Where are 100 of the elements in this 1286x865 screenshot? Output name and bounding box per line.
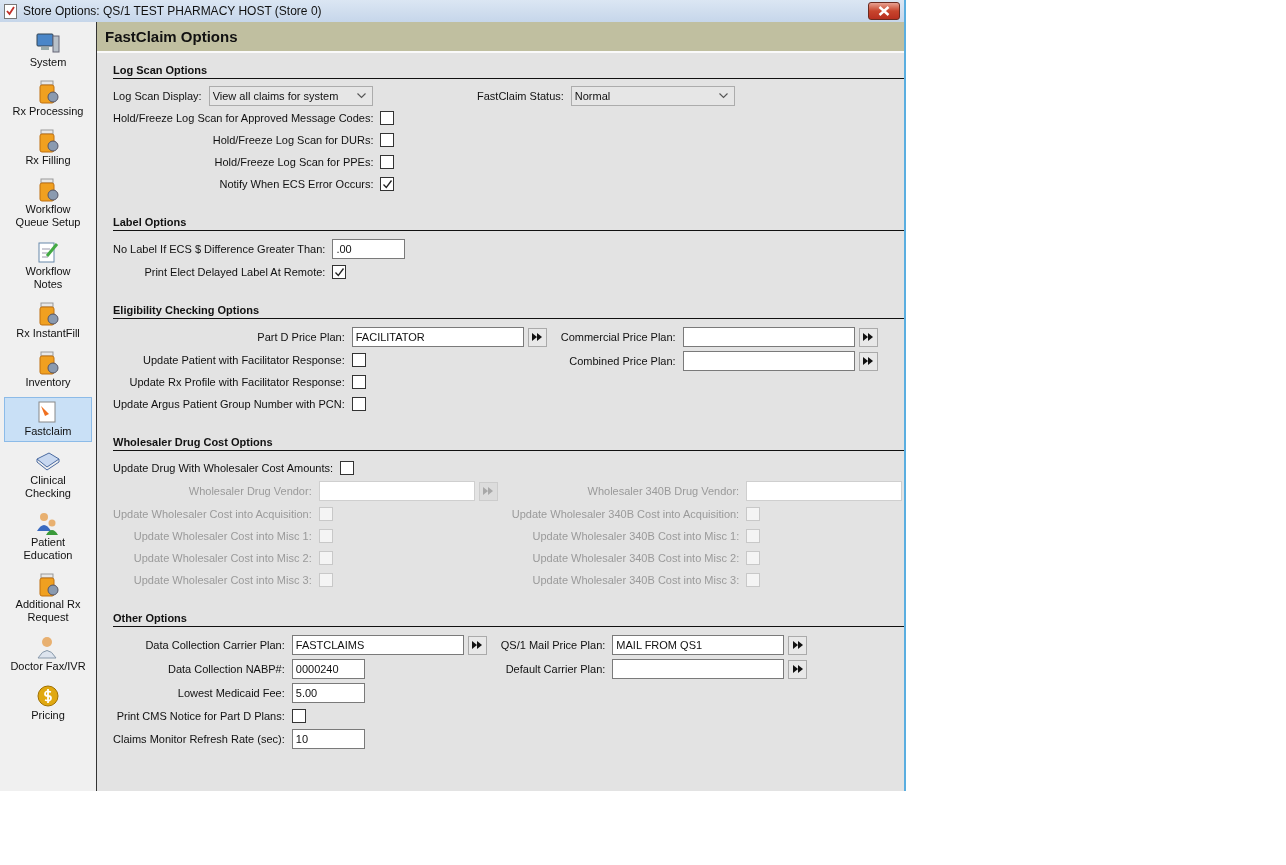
checkbox[interactable] (380, 111, 395, 125)
fast-forward-icon (792, 641, 803, 649)
sidebar-item[interactable]: Additional Rx Request (4, 570, 92, 628)
lookup-button[interactable] (858, 351, 878, 371)
checkbox[interactable] (351, 397, 366, 411)
text-field[interactable]: 10 (291, 729, 365, 749)
sidebar-label: Workflow Notes (25, 265, 71, 291)
sidebar-label: Doctor Fax/IVR (10, 660, 86, 673)
person-icon (36, 635, 60, 659)
field-label: No Label If ECS $ Difference Greater Than: (113, 243, 326, 255)
text-field[interactable] (682, 351, 855, 371)
lookup-button[interactable] (788, 659, 808, 679)
field-label: Hold/Freeze Log Scan for PPEs: (213, 156, 374, 168)
text-field[interactable]: FACILITATOR (351, 327, 524, 347)
text-field[interactable] (682, 327, 855, 347)
checkbox[interactable] (291, 709, 306, 723)
text-field[interactable]: .00 (332, 239, 406, 259)
field-label: Update Patient with Facilitator Response: (141, 354, 345, 366)
checkbox[interactable] (340, 461, 355, 475)
field-label: Data Collection Carrier Plan: (144, 639, 285, 651)
checkbox[interactable] (351, 375, 366, 389)
checkbox[interactable] (351, 353, 366, 367)
checkbox[interactable] (380, 133, 395, 147)
fast-forward-icon (483, 487, 494, 495)
field-label: Notify When ECS Error Occurs: (218, 178, 374, 190)
field-label: Update Wholesaler Cost into Acquisition: (113, 508, 312, 520)
checkbox[interactable] (380, 155, 395, 169)
section-title: Label Options (113, 213, 904, 231)
sidebar-item[interactable]: Doctor Fax/IVR (4, 632, 92, 677)
note-pencil-icon (37, 240, 59, 264)
sidebar-item[interactable]: System (4, 28, 92, 73)
field-label: Update Argus Patient Group Number with PCN: (113, 398, 345, 410)
field-label: Default Carrier Plan: (504, 663, 606, 675)
window-title: Store Options: QS/1 TEST PHARMACY HOST (Store 0) (23, 4, 323, 18)
section-title: Eligibility Checking Options (113, 301, 904, 319)
field-label: FastClaim Status: (477, 90, 564, 102)
text-field[interactable]: 0000240 (291, 659, 365, 679)
field-label: Update Rx Profile with Facilitator Response: (128, 376, 345, 388)
field-label: Combined Price Plan: (568, 355, 676, 367)
sidebar-label: Patient Education (23, 536, 73, 562)
checkbox[interactable] (332, 265, 347, 279)
sidebar-label: Fastclaim (24, 425, 72, 438)
close-button[interactable] (868, 2, 900, 20)
pill-bottle-icon (37, 302, 59, 326)
field-label: QS/1 Mail Price Plan: (500, 639, 606, 651)
field-label: Update Wholesaler 340B Cost into Misc 2: (531, 552, 740, 564)
pill-bottle-icon (37, 351, 59, 375)
fast-forward-icon (863, 357, 874, 365)
text-field[interactable]: 5.00 (291, 683, 365, 703)
computer-icon (36, 31, 60, 55)
field-label: Update Wholesaler Cost into Misc 1: (132, 530, 312, 542)
sidebar-item[interactable]: Patient Education (4, 508, 92, 566)
close-icon (878, 6, 890, 16)
checklist-icon (4, 3, 17, 19)
dropdown[interactable]: View all claims for system (208, 86, 373, 106)
field-label: Part D Price Plan: (256, 331, 345, 343)
text-field[interactable] (612, 659, 785, 679)
lookup-button[interactable] (858, 327, 878, 347)
page-header: FastClaim Options (97, 22, 904, 53)
sidebar-label: Rx InstantFill (16, 327, 80, 340)
sidebar-item[interactable]: Workflow Queue Setup (4, 175, 92, 233)
field-label: Hold/Freeze Log Scan for Approved Message Codes: (113, 112, 374, 124)
field-label: Update Wholesaler 340B Cost into Misc 1: (531, 530, 740, 542)
pill-bottle-icon (37, 573, 59, 597)
field-label: Hold/Freeze Log Scan for DURs: (211, 134, 374, 146)
pill-bottle-icon (37, 80, 59, 104)
field-label: Data Collection NABP#: (167, 663, 285, 675)
sidebar-item[interactable]: Pricing (4, 681, 92, 726)
chevron-down-icon (356, 93, 366, 99)
sidebar-item[interactable]: Rx Processing (4, 77, 92, 122)
dropdown[interactable]: Normal (570, 86, 735, 106)
checkbox[interactable] (380, 177, 395, 191)
field-label: Print Elect Delayed Label At Remote: (143, 266, 326, 278)
sidebar-label: Additional Rx Request (15, 598, 81, 624)
people-icon (36, 511, 60, 535)
sidebar-item[interactable]: Inventory (4, 348, 92, 393)
sidebar-label: Clinical Checking (25, 474, 71, 500)
sidebar-label: Pricing (31, 709, 65, 722)
lookup-button[interactable] (467, 635, 487, 655)
field-label: Log Scan Display: (113, 90, 202, 102)
field-label: Update Wholesaler 340B Cost into Misc 3: (531, 574, 740, 586)
text-field[interactable]: FASTCLAIMS (291, 635, 464, 655)
lookup-button[interactable] (527, 327, 547, 347)
sidebar-label: Rx Processing (12, 105, 84, 118)
text-field[interactable]: MAIL FROM QS1 (612, 635, 785, 655)
chevron-down-icon (718, 93, 728, 99)
sidebar-item[interactable]: Fastclaim (4, 397, 92, 442)
sidebar-label: Workflow Queue Setup (15, 203, 81, 229)
field-label: Print CMS Notice for Part D Plans: (115, 710, 285, 722)
pill-bottle-icon (37, 129, 59, 153)
sidebar-label: System (29, 56, 67, 69)
sidebar-item[interactable]: Clinical Checking (4, 446, 92, 504)
sidebar-item[interactable]: Workflow Notes (4, 237, 92, 295)
field-label: Wholesaler Drug Vendor: (187, 485, 312, 497)
fast-forward-icon (472, 641, 483, 649)
sidebar-item[interactable]: Rx Filling (4, 126, 92, 171)
lookup-button[interactable] (788, 635, 808, 655)
field-label: Update Wholesaler Cost into Misc 2: (132, 552, 312, 564)
sidebar-item[interactable]: Rx InstantFill (4, 299, 92, 344)
section-title: Other Options (113, 609, 904, 627)
